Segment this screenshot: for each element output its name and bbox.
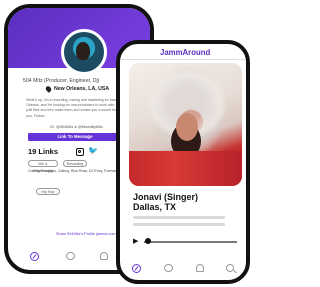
twitter-icon[interactable]: 🐦 [88, 146, 98, 155]
search-icon[interactable] [226, 264, 234, 272]
location-pin-icon [44, 85, 53, 93]
links-count: 19 Links [28, 147, 59, 156]
placeholder-line [133, 216, 225, 219]
profile-name: 504 Mitz (Producer, Engineer, Dj) [23, 78, 100, 84]
audio-track[interactable] [144, 241, 237, 243]
credits-line: Credits: Fungkins, Calboy, Rick Ross, DJ… [28, 169, 124, 173]
chat-bubble-icon[interactable] [164, 264, 173, 272]
play-icon[interactable]: ▶ [133, 237, 138, 245]
photo-jacket [129, 151, 242, 186]
skill-chip[interactable]: Recording [63, 160, 87, 167]
bell-icon[interactable] [196, 264, 204, 272]
audio-scrubber[interactable] [145, 238, 151, 244]
photo-face [176, 113, 198, 141]
performer-name: Jonavi (Singer) [133, 192, 199, 202]
chat-bubble-icon[interactable] [66, 252, 75, 260]
skill-chip[interactable]: Mix & Engineering [28, 160, 58, 173]
compass-icon[interactable] [132, 264, 141, 273]
compass-icon[interactable] [30, 252, 39, 261]
performer-photo[interactable] [129, 63, 242, 186]
message-button[interactable]: Link To Message [28, 133, 122, 141]
front-phone-discover: JammAround Jonavi (Singer) Dallas, TX ▶ [116, 40, 250, 284]
header-divider [120, 59, 246, 60]
genre-chip[interactable]: Hip Hop [36, 188, 60, 195]
placeholder-line [133, 223, 225, 226]
share-profile-link[interactable]: Share 504Mitz's Profile jamma.com [56, 232, 116, 236]
performer-location: Dallas, TX [133, 202, 177, 212]
avatar[interactable] [61, 29, 107, 75]
social-handles: IG: @504Mitz & @Mixed8yMitz [50, 125, 103, 129]
profile-location: New Orleans, LA, USA [54, 86, 110, 92]
app-brand: JammAround [160, 48, 211, 57]
bell-icon[interactable] [100, 252, 108, 260]
instagram-icon[interactable] [76, 148, 84, 156]
